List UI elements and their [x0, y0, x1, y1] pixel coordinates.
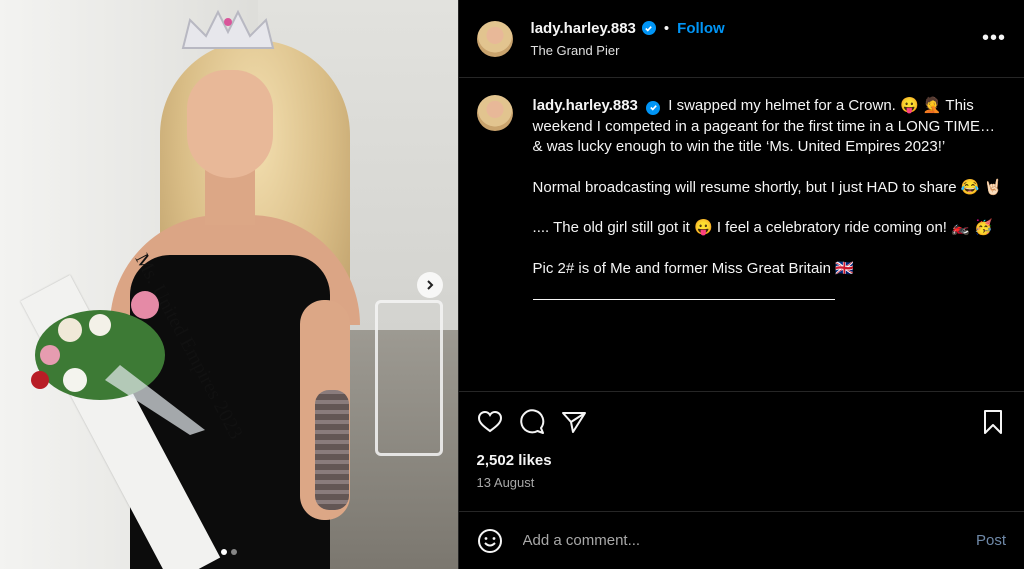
heart-icon	[477, 410, 502, 433]
arm-tattoo	[315, 390, 349, 510]
carousel-dot-active	[220, 549, 227, 555]
bouquet-graphic	[31, 291, 205, 435]
separator-bullet: •	[663, 19, 670, 37]
post-location[interactable]: The Grand Pier	[531, 43, 725, 58]
carousel-indicator	[0, 549, 458, 555]
caption-text: lady.harley.883 I swapped my helmet for …	[532, 96, 1006, 391]
chevron-right-icon	[427, 280, 434, 290]
caption-paragraph-3: .... The old girl still got it 😛 I feel …	[532, 219, 993, 236]
likes-count[interactable]: 2,502 likes	[459, 452, 1024, 469]
avatar[interactable]	[476, 20, 513, 57]
background-chair	[375, 300, 443, 456]
author-row: lady.harley.883 • Follow	[531, 20, 725, 37]
action-bar	[459, 392, 1024, 452]
avatar[interactable]	[476, 95, 513, 131]
comment-input[interactable]	[520, 531, 976, 550]
comment-button[interactable]	[517, 407, 547, 437]
caption-username[interactable]: lady.harley.883	[533, 97, 638, 114]
post-modal: Ms. United Empires 2023 lady.harley.883	[0, 0, 1024, 569]
verified-badge-icon	[641, 21, 656, 35]
comment-bar: Post	[458, 511, 1024, 569]
follow-button[interactable]: Follow	[677, 20, 725, 37]
share-button[interactable]	[559, 407, 589, 437]
next-photo-button[interactable]	[417, 272, 443, 298]
post-date[interactable]: 13 August	[459, 469, 1024, 490]
post-side-panel: lady.harley.883 • Follow The Grand Pier …	[457, 0, 1024, 569]
send-icon	[561, 412, 586, 433]
author-username[interactable]: lady.harley.883	[531, 20, 636, 37]
caption-divider	[532, 299, 835, 300]
person-face	[187, 70, 273, 178]
crown-graphic	[181, 9, 275, 49]
comment-icon	[519, 409, 544, 434]
verified-badge-icon	[646, 100, 661, 115]
more-options-icon[interactable]: •••	[982, 27, 1006, 50]
post-header: lady.harley.883 • Follow The Grand Pier …	[458, 0, 1024, 78]
emoji-icon[interactable]	[477, 528, 503, 554]
caption-paragraph-4: Pic 2# is of Me and former Miss Great Br…	[532, 259, 854, 277]
bookmark-icon	[984, 410, 1002, 434]
carousel-dot	[230, 549, 237, 555]
post-photo[interactable]: Ms. United Empires 2023	[0, 0, 458, 569]
save-button[interactable]	[978, 407, 1008, 437]
caption-paragraph-2: Normal broadcasting will resume shortly,…	[532, 178, 1003, 196]
post-comment-button[interactable]: Post	[976, 532, 1006, 549]
author-meta: lady.harley.883 • Follow The Grand Pier	[531, 20, 725, 58]
like-button[interactable]	[475, 407, 505, 437]
caption-section: lady.harley.883 I swapped my helmet for …	[458, 78, 1024, 392]
